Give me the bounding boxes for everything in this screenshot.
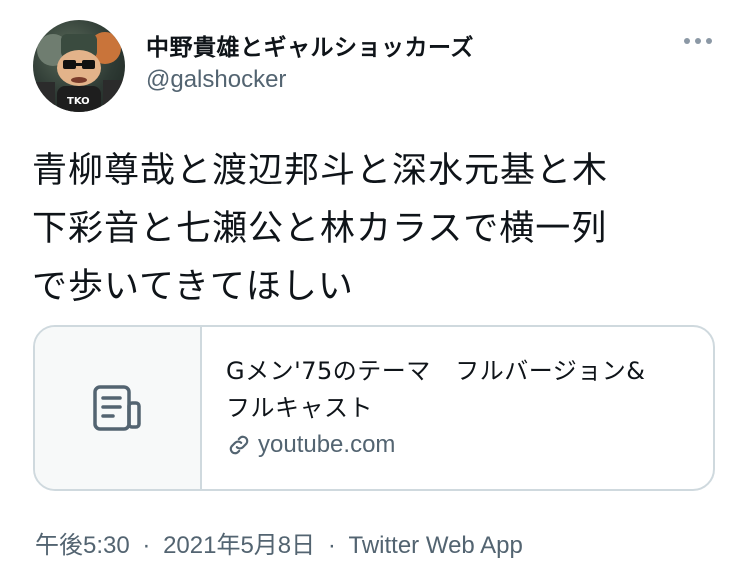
tweet-footer: 午後5:30 · 2021年5月8日 · Twitter Web App bbox=[35, 525, 523, 560]
display-name[interactable]: 中野貴雄とギャルショッカーズ bbox=[146, 28, 474, 62]
footer-separator: · bbox=[327, 532, 336, 559]
tweet-text: 青柳尊哉と渡辺邦斗と深水元基と木 下彩音と七瀬公と林カラスで横一列 で歩いてきて… bbox=[32, 151, 609, 307]
link-card[interactable]: Gメン'75のテーマ フルバージョン& フルキャスト youtube.com bbox=[33, 325, 715, 491]
more-options-icon[interactable] bbox=[684, 31, 720, 51]
svg-text:TKO: TKO bbox=[67, 96, 90, 107]
card-thumbnail bbox=[35, 327, 202, 489]
avatar[interactable]: TKO bbox=[33, 20, 125, 112]
tweet-time[interactable]: 午後5:30 bbox=[35, 532, 130, 559]
document-icon bbox=[92, 385, 141, 431]
card-domain[interactable]: youtube.com bbox=[226, 431, 645, 459]
tweet-date[interactable]: 2021年5月8日 bbox=[163, 532, 315, 559]
footer-separator: · bbox=[142, 532, 151, 559]
card-domain-text: youtube.com bbox=[258, 431, 396, 458]
card-title[interactable]: Gメン'75のテーマ フルバージョン& フルキャスト bbox=[226, 353, 645, 427]
user-handle[interactable]: @galshocker bbox=[146, 66, 286, 94]
link-icon bbox=[229, 435, 249, 455]
tweet-source[interactable]: Twitter Web App bbox=[349, 532, 523, 559]
